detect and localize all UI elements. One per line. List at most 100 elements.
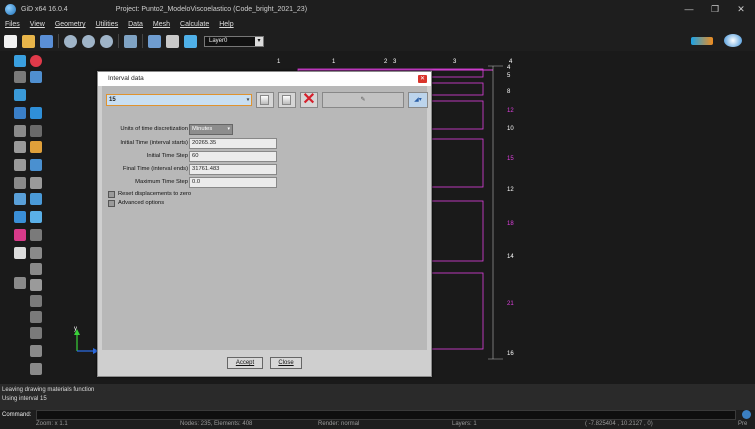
curve-icon[interactable] bbox=[14, 159, 26, 171]
surface-icon[interactable] bbox=[30, 71, 42, 83]
point-label: 14 bbox=[507, 254, 514, 260]
mesh-icon[interactable] bbox=[30, 295, 42, 307]
tag-icon[interactable] bbox=[30, 211, 42, 223]
max-step-input[interactable]: 0.0 bbox=[189, 177, 277, 188]
maximize-button[interactable]: ❐ bbox=[705, 2, 725, 16]
initial-step-label: Initial Time Step bbox=[146, 153, 188, 159]
command-history-icon[interactable] bbox=[742, 410, 751, 419]
initial-step-input[interactable]: 60 bbox=[189, 151, 277, 162]
wave-icon[interactable] bbox=[30, 247, 42, 259]
units-label: Units of time discretization bbox=[120, 126, 188, 132]
units-select[interactable]: Minutes ▾ bbox=[189, 124, 233, 135]
triangle-icon[interactable] bbox=[14, 177, 26, 189]
menu-view[interactable]: View bbox=[30, 21, 45, 28]
new-file-icon[interactable] bbox=[4, 34, 17, 48]
menu-files[interactable]: Files bbox=[5, 21, 20, 28]
command-input[interactable] bbox=[36, 410, 736, 420]
move-icon[interactable] bbox=[14, 89, 26, 101]
point-label: 8 bbox=[507, 89, 511, 95]
close-window-button[interactable]: ✕ bbox=[731, 2, 751, 16]
layer-edit-icon[interactable] bbox=[30, 363, 42, 375]
close-button[interactable]: Close bbox=[270, 357, 302, 369]
line-icon[interactable] bbox=[14, 71, 26, 83]
postprocess-icon[interactable] bbox=[724, 34, 742, 47]
cube-icon[interactable] bbox=[14, 193, 26, 205]
triangle-outline-icon[interactable] bbox=[30, 177, 42, 189]
chevron-down-icon: ▾ bbox=[255, 36, 263, 46]
gid-logo-icon bbox=[5, 3, 16, 15]
volume-icon[interactable] bbox=[30, 141, 42, 153]
menu-utilities[interactable]: Utilities bbox=[96, 21, 119, 28]
view-icon[interactable] bbox=[124, 34, 137, 48]
interval-options-button[interactable]: ◢▾ bbox=[408, 92, 428, 108]
message-panel: Leaving drawing materials function Using… bbox=[0, 384, 755, 410]
render-icon[interactable] bbox=[148, 34, 161, 48]
toolbar-separator bbox=[118, 34, 119, 48]
point-icon[interactable] bbox=[14, 55, 26, 67]
new-interval-button[interactable] bbox=[256, 92, 274, 108]
star-icon[interactable] bbox=[30, 279, 42, 291]
menu-mesh[interactable]: Mesh bbox=[153, 21, 170, 28]
copy-interval-button[interactable] bbox=[278, 92, 296, 108]
layers-icon[interactable] bbox=[184, 34, 197, 48]
line-label: 3 bbox=[393, 59, 397, 65]
open-folder-icon[interactable] bbox=[22, 34, 35, 48]
arrow-down-icon[interactable] bbox=[30, 263, 42, 275]
surface-edit-icon[interactable] bbox=[30, 159, 42, 171]
window-controls: — ❐ ✕ bbox=[679, 2, 751, 16]
save-icon[interactable] bbox=[40, 34, 53, 48]
advanced-options-label: Advanced options bbox=[118, 200, 165, 206]
initial-time-input[interactable]: 20265.35 bbox=[189, 138, 277, 149]
zoom-frame-icon[interactable] bbox=[100, 34, 113, 48]
copy-icon[interactable] bbox=[14, 247, 26, 259]
mesh-status: Nodes: 235, Elements: 408 bbox=[180, 421, 253, 427]
line-label: 3 bbox=[453, 59, 457, 65]
advanced-row: Advanced options bbox=[106, 198, 306, 209]
interval-select[interactable]: 15 ▾ bbox=[106, 94, 252, 106]
pencil-icon[interactable] bbox=[14, 107, 26, 119]
dialog-close-icon[interactable]: ✕ bbox=[418, 75, 427, 83]
layer-select[interactable]: Layer0 ▾ bbox=[204, 35, 264, 47]
triangle-blue-icon[interactable] bbox=[30, 193, 42, 205]
zoom-in-icon[interactable] bbox=[64, 34, 77, 48]
zoom-out-icon[interactable] bbox=[82, 34, 95, 48]
surface-blue-icon[interactable] bbox=[30, 107, 42, 119]
polyline-icon[interactable] bbox=[14, 125, 26, 137]
arc-icon[interactable] bbox=[14, 141, 26, 153]
mesh-grid-icon[interactable] bbox=[30, 311, 42, 323]
new-page-icon bbox=[260, 95, 269, 105]
command-label: Command: bbox=[2, 412, 32, 418]
menu-geometry[interactable]: Geometry bbox=[55, 21, 86, 28]
accept-button[interactable]: Accept bbox=[227, 357, 263, 369]
brush-icon[interactable] bbox=[14, 211, 26, 223]
sketch-icon[interactable] bbox=[30, 229, 42, 241]
menu-help[interactable]: Help bbox=[219, 21, 233, 28]
mesh-triangle-icon[interactable] bbox=[30, 327, 42, 339]
title-bar: GiD x64 16.0.4 Project: Punto2_ModeloVis… bbox=[0, 0, 755, 18]
final-time-label: Final Time (interval ends) bbox=[122, 166, 188, 172]
final-time-input[interactable]: 31761.483 bbox=[189, 164, 277, 175]
advanced-options-checkbox[interactable] bbox=[108, 200, 115, 207]
reset-displacements-checkbox[interactable] bbox=[108, 191, 115, 198]
line-label: 1 bbox=[277, 59, 281, 65]
interval-action-button[interactable]: ✎ bbox=[322, 92, 404, 108]
copy-page-icon bbox=[282, 95, 291, 105]
preprocess-arrow-icon[interactable] bbox=[691, 36, 713, 45]
boundary-icon[interactable] bbox=[30, 345, 42, 357]
interval-data-dialog: Interval data ✕ 15 ▾ ✕ ✎ ◢▾ Units of tim… bbox=[97, 71, 432, 377]
delete-x-icon[interactable] bbox=[14, 229, 26, 241]
max-step-label: Maximum Time Step bbox=[135, 179, 188, 185]
delete-point-icon[interactable] bbox=[30, 55, 42, 67]
dialog-title-bar[interactable]: Interval data ✕ bbox=[98, 72, 431, 86]
edit-pencil-icon[interactable] bbox=[166, 34, 179, 48]
menu-calculate[interactable]: Calculate bbox=[180, 21, 209, 28]
dialog-title: Interval data bbox=[108, 75, 144, 82]
toolbar: Layer0 ▾ bbox=[0, 31, 755, 51]
initial-time-label: Initial Time (interval starts) bbox=[120, 140, 188, 146]
menu-data[interactable]: Data bbox=[128, 21, 143, 28]
transform-icon[interactable] bbox=[14, 277, 26, 289]
delete-interval-button[interactable]: ✕ bbox=[300, 92, 318, 108]
minimize-button[interactable]: — bbox=[679, 2, 699, 16]
grid-icon[interactable] bbox=[30, 125, 42, 137]
interval-toolbar: 15 ▾ ✕ ✎ ◢▾ bbox=[106, 92, 428, 108]
